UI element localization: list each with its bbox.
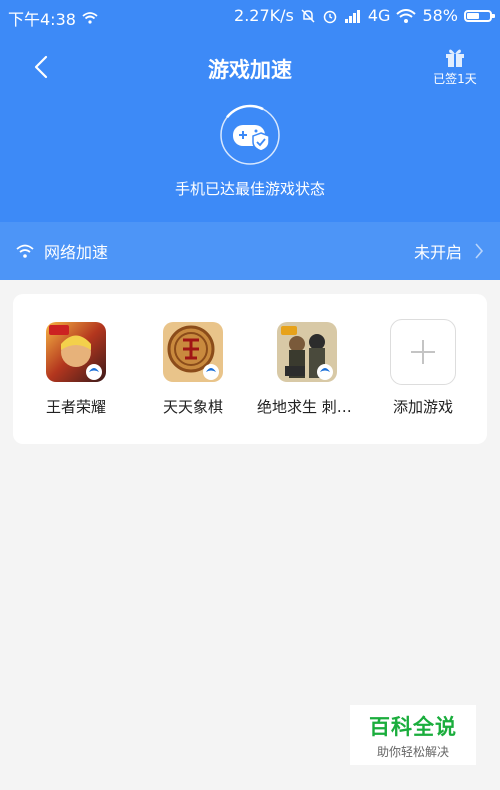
wifi-icon bbox=[396, 8, 417, 23]
status-bar: 下午4:38 2.27K/s 4G 58% bbox=[0, 0, 500, 32]
sign-in-button[interactable]: 已签1天 bbox=[432, 46, 478, 87]
add-game-box bbox=[390, 319, 456, 385]
watermark-subtitle: 助你轻松解决 bbox=[376, 744, 449, 759]
add-game-button[interactable]: 添加游戏 bbox=[373, 319, 473, 417]
network-type: 4G bbox=[367, 6, 391, 25]
network-speed: 2.27K/s bbox=[234, 6, 294, 25]
alarm-icon bbox=[323, 10, 337, 23]
battery-icon bbox=[464, 9, 495, 22]
game-name: 天天象棋 bbox=[162, 398, 223, 416]
game-item-honor-of-kings[interactable]: 王者荣耀 bbox=[26, 322, 126, 417]
watermark-logo: 百科全说 助你轻松解决 bbox=[350, 705, 476, 765]
battery-percent: 58% bbox=[422, 6, 458, 25]
network-accel-status: 未开启 bbox=[413, 243, 462, 262]
page-title: 游戏加速 bbox=[208, 58, 292, 82]
wifi-status-icon bbox=[82, 12, 98, 24]
header: 下午4:38 2.27K/s 4G 58% 游戏加速 已签1天 手机已达最佳游戏… bbox=[0, 0, 500, 222]
game-item-pubg-mobile[interactable]: 绝地求生 刺激战场 bbox=[257, 322, 357, 417]
games-card: 王者荣耀 天天象棋 绝地求生 刺激 添加游戏 bbox=[13, 294, 487, 444]
network-accel-row[interactable]: 网络加速 未开启 bbox=[0, 222, 500, 280]
gift-icon bbox=[446, 49, 464, 67]
watermark-title: 百科全说 bbox=[369, 714, 457, 739]
game-item-tiantian-xiangqi[interactable]: 天天象棋 bbox=[143, 322, 243, 417]
honor-of-kings-icon bbox=[46, 322, 106, 382]
plus-icon bbox=[411, 340, 435, 364]
game-name: 绝地求生 刺激战场 bbox=[257, 398, 357, 416]
gamepad-shield-icon bbox=[219, 104, 281, 166]
xiangqi-icon bbox=[163, 322, 223, 382]
add-game-label: 添加游戏 bbox=[392, 398, 453, 416]
chevron-right-icon bbox=[475, 243, 484, 259]
signal-icon bbox=[344, 9, 360, 23]
status-time: 下午4:38 bbox=[8, 10, 76, 29]
game-name: 王者荣耀 bbox=[45, 398, 106, 416]
game-state-text: 手机已达最佳游戏状态 bbox=[174, 180, 325, 198]
pubg-icon bbox=[277, 322, 337, 382]
network-accel-label: 网络加速 bbox=[44, 243, 109, 262]
mute-icon bbox=[301, 8, 315, 23]
sign-label: 已签1天 bbox=[433, 72, 477, 86]
status-left: 下午4:38 bbox=[8, 6, 98, 30]
wifi-icon bbox=[16, 244, 34, 258]
status-right: 2.27K/s 4G 58% bbox=[234, 6, 495, 25]
